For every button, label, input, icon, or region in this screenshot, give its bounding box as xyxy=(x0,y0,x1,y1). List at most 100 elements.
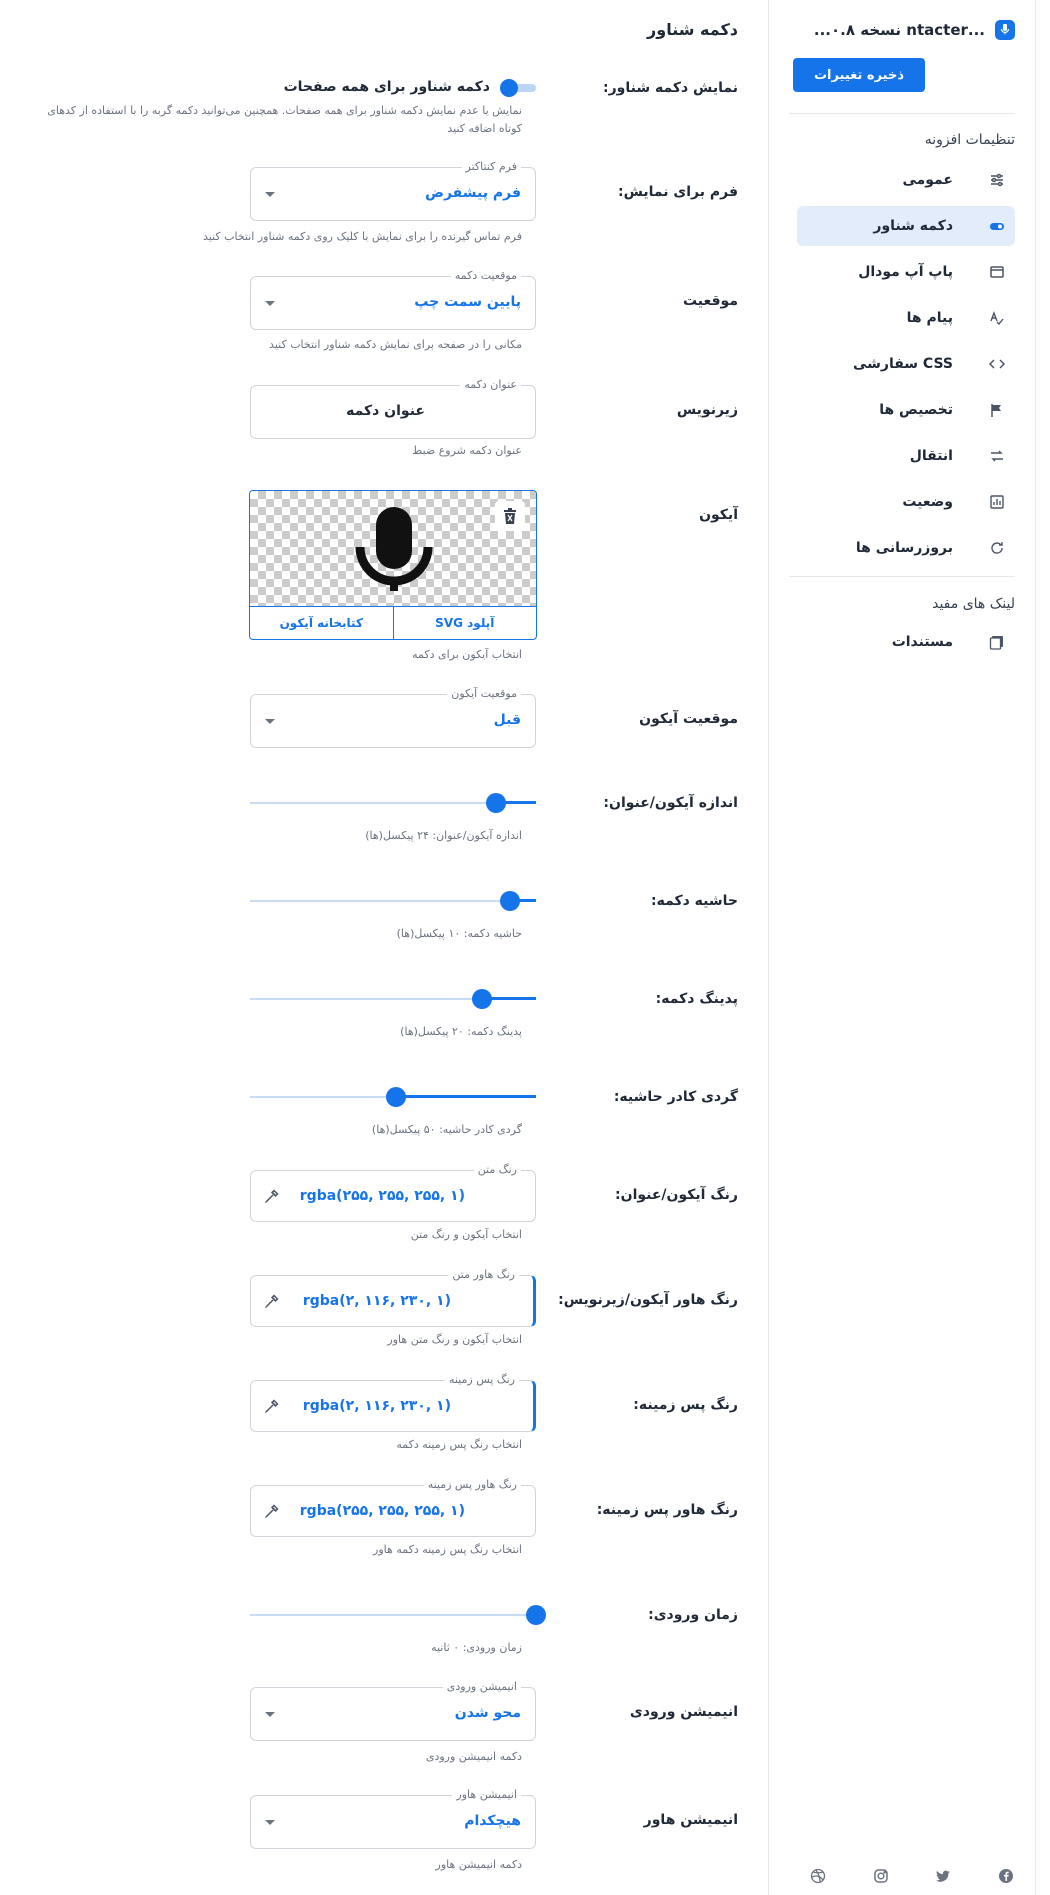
nav-item-transfer[interactable]: انتقال xyxy=(797,436,1015,476)
caption-label: زیرنویس xyxy=(676,402,738,418)
padding-slider[interactable] xyxy=(250,987,536,1011)
facebook-icon[interactable] xyxy=(997,1867,1015,1885)
upload-svg-button[interactable]: آپلود SVG xyxy=(392,607,537,639)
nav-item-messages[interactable]: پیام ها xyxy=(797,298,1015,338)
icon-size-slider[interactable] xyxy=(250,791,536,815)
margin-helper: حاشیه دکمه: ۱۰ پیکسل(ها) xyxy=(396,927,522,940)
save-changes-button[interactable]: ذخیره تغییرات xyxy=(793,58,925,92)
margin-label: حاشیه دکمه: xyxy=(651,893,738,909)
page-title: دکمه شناور xyxy=(647,20,738,39)
hover-animation-select[interactable]: انیمیشن هاور هیچکدام xyxy=(250,1788,536,1849)
position-helper: مکانی را در صفحه برای نمایش دکمه شناور ا… xyxy=(269,338,522,351)
refresh-icon xyxy=(989,540,1005,556)
icon-size-helper: اندازه آیکون/عنوان: ۲۴ پیکسل(ها) xyxy=(365,829,522,842)
field-legend: رنگ پس زمینه xyxy=(444,1373,519,1386)
nav-item-modal-popup[interactable]: پاپ آپ مودال xyxy=(797,252,1015,292)
icon-size-label: اندازه آیکون/عنوان: xyxy=(603,795,738,811)
field-value: محو شدن xyxy=(454,1705,521,1721)
hover-animation-helper: دکمه انیمیشن هاور xyxy=(435,1858,522,1871)
field-legend: رنگ متن xyxy=(473,1163,521,1176)
docs-icon xyxy=(989,634,1005,650)
icon-helper: انتخاب آیکون برای دکمه xyxy=(412,648,522,661)
radius-slider[interactable] xyxy=(250,1085,536,1109)
nav-item-status[interactable]: وضعیت xyxy=(797,482,1015,522)
flag-icon xyxy=(989,402,1005,418)
icon-position-label: موقعیت آیکون xyxy=(639,711,738,727)
text-hover-color-helper: انتخاب آیکون و رنگ متن هاور xyxy=(387,1333,522,1346)
margin-slider[interactable] xyxy=(250,889,536,913)
position-label: موقعیت xyxy=(682,293,738,309)
icon-picker: آپلود SVG کتابخانه آیکون xyxy=(249,490,537,640)
nav-label: دکمه شناور xyxy=(873,218,953,234)
icon-position-select[interactable]: موقعیت آیکون قبل xyxy=(250,687,536,748)
sliders-icon xyxy=(989,172,1005,188)
nav-item-updates[interactable]: بروزرسانی ها xyxy=(797,528,1015,568)
toggle-description: نمایش یا عدم نمایش دکمه شناور برای همه ص… xyxy=(47,104,522,135)
window-icon xyxy=(989,264,1005,280)
nav-label: انتقال xyxy=(909,448,953,464)
chart-icon xyxy=(989,494,1005,510)
toggle-icon xyxy=(989,218,1005,234)
entry-time-helper: زمان ورودی: ۰ ثانیه xyxy=(431,1641,522,1654)
settings-title: تنظیمات افزونه xyxy=(924,132,1015,148)
icon-library-button[interactable]: کتابخانه آیکون xyxy=(250,607,393,639)
delete-icon-button[interactable] xyxy=(495,501,525,531)
show-button-label: نمایش دکمه شناور: xyxy=(603,80,738,96)
text-color-input[interactable]: رنگ متن rgba(۲۵۵, ۲۵۵, ۲۵۵, ۱) xyxy=(250,1163,536,1222)
caret-down-icon xyxy=(265,719,275,724)
nav-item-custom-css[interactable]: CSS سفارشی xyxy=(797,344,1015,384)
nav-label: پیام ها xyxy=(906,310,953,326)
eyedropper-icon[interactable] xyxy=(263,1189,279,1205)
bg-color-helper: انتخاب رنگ پس زمینه دکمه xyxy=(396,1438,522,1451)
nav-item-docs[interactable]: مستندات xyxy=(797,622,1015,662)
slider-thumb[interactable] xyxy=(471,989,492,1009)
dribbble-icon[interactable] xyxy=(809,1867,827,1885)
code-icon xyxy=(989,356,1005,372)
caret-down-icon xyxy=(265,301,275,306)
field-value: rgba(۲۵۵, ۲۵۵, ۲۵۵, ۱) xyxy=(299,1188,465,1204)
slider-thumb[interactable] xyxy=(526,1605,546,1625)
field-legend: موقعیت دکمه xyxy=(450,269,521,282)
toggle-label: دکمه شناور برای همه صفحات xyxy=(283,79,490,95)
bg-hover-color-helper: انتخاب رنگ پس زمینه دکمه هاور xyxy=(373,1543,522,1556)
nav-item-floating-button[interactable]: دکمه شناور xyxy=(797,206,1015,246)
sidebar: ...ntacter نسخه ۰.۸... ذخیره تغییرات تنظ… xyxy=(768,0,1036,1895)
field-legend: رنگ هاور متن xyxy=(448,1268,519,1281)
nav-label: بروزرسانی ها xyxy=(855,540,953,556)
caret-down-icon xyxy=(265,1712,275,1717)
transfer-icon xyxy=(989,448,1005,464)
position-select[interactable]: موقعیت دکمه پایین سمت چپ xyxy=(250,269,536,330)
form-select[interactable]: فرم کنتاکتر فرم پیشفرض xyxy=(250,160,536,221)
icon-buttons: آپلود SVG کتابخانه آیکون xyxy=(250,606,536,639)
entry-time-slider[interactable] xyxy=(250,1603,546,1627)
slider-thumb[interactable] xyxy=(500,891,521,911)
instagram-icon[interactable] xyxy=(872,1867,890,1885)
divider xyxy=(789,576,1015,577)
nav-item-assignments[interactable]: تخصیص ها xyxy=(797,390,1015,430)
field-legend: رنگ هاور پس زمینه xyxy=(423,1478,521,1491)
field-value: هیچکدام xyxy=(464,1813,521,1829)
nav-label: پاپ آپ مودال xyxy=(858,264,953,280)
slider-thumb[interactable] xyxy=(385,1087,406,1107)
entry-animation-select[interactable]: انیمیشن ورودی محو شدن xyxy=(250,1680,536,1741)
field-value: عنوان دکمه xyxy=(346,403,425,419)
nav-item-general[interactable]: عمومی xyxy=(797,160,1015,200)
nav-label: عمومی xyxy=(902,172,953,188)
bg-color-input[interactable]: رنگ پس زمینه rgba(۲, ۱۱۶, ۲۳۰, ۱) xyxy=(250,1373,536,1432)
eyedropper-icon[interactable] xyxy=(263,1399,279,1415)
text-hover-color-input[interactable]: رنگ هاور متن rgba(۲, ۱۱۶, ۲۳۰, ۱) xyxy=(250,1268,536,1327)
eyedropper-icon[interactable] xyxy=(263,1294,279,1310)
icon-label: آیکون xyxy=(699,507,738,523)
twitter-icon[interactable] xyxy=(934,1867,952,1885)
bg-hover-color-input[interactable]: رنگ هاور پس زمینه rgba(۲۵۵, ۲۵۵, ۲۵۵, ۱) xyxy=(250,1478,536,1537)
slider-thumb[interactable] xyxy=(485,793,506,813)
bg-hover-color-label: رنگ هاور پس زمینه: xyxy=(596,1502,738,1518)
eyedropper-icon[interactable] xyxy=(263,1504,279,1520)
brand-name: ...ntacter نسخه ۰.۸... xyxy=(813,21,985,39)
field-legend: فرم کنتاکتر xyxy=(461,160,521,173)
show-all-pages-toggle[interactable] xyxy=(500,79,536,97)
trash-icon xyxy=(504,508,516,524)
caption-input[interactable]: عنوان دکمه عنوان دکمه xyxy=(250,378,536,439)
social-links xyxy=(809,1867,1015,1885)
padding-helper: پدینگ دکمه: ۲۰ پیکسل(ها) xyxy=(400,1025,522,1038)
